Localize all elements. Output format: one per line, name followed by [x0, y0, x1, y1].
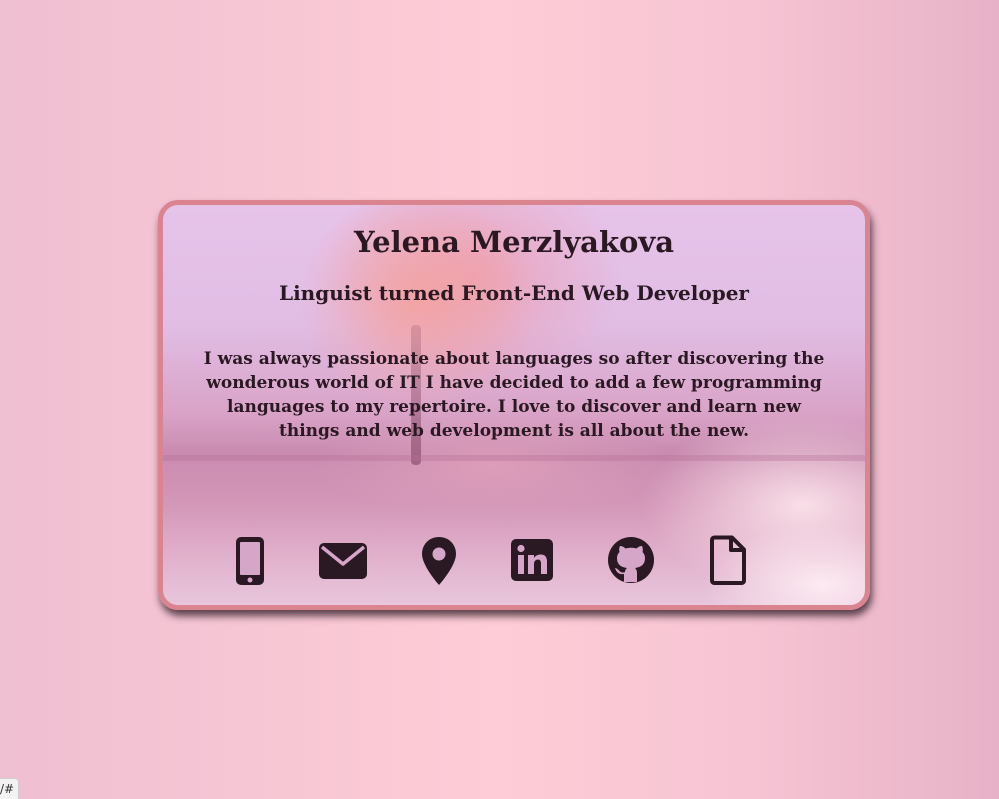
contact-icons	[163, 535, 865, 591]
linkedin-icon[interactable]	[510, 535, 554, 587]
phone-icon[interactable]	[234, 535, 266, 587]
profile-subtitle: Linguist turned Front-End Web Developer	[279, 281, 749, 305]
profile-bio: I was always passionate about languages …	[203, 349, 825, 441]
github-icon[interactable]	[606, 535, 656, 587]
file-icon[interactable]	[708, 535, 748, 587]
profile-name: Yelena Merzlyakova	[353, 225, 675, 259]
background-shoreline	[163, 455, 865, 461]
profile-card: Yelena Merzlyakova Linguist turned Front…	[158, 200, 870, 610]
email-icon[interactable]	[318, 535, 368, 587]
location-icon[interactable]	[420, 535, 458, 587]
status-bar-url: /#	[0, 778, 20, 799]
